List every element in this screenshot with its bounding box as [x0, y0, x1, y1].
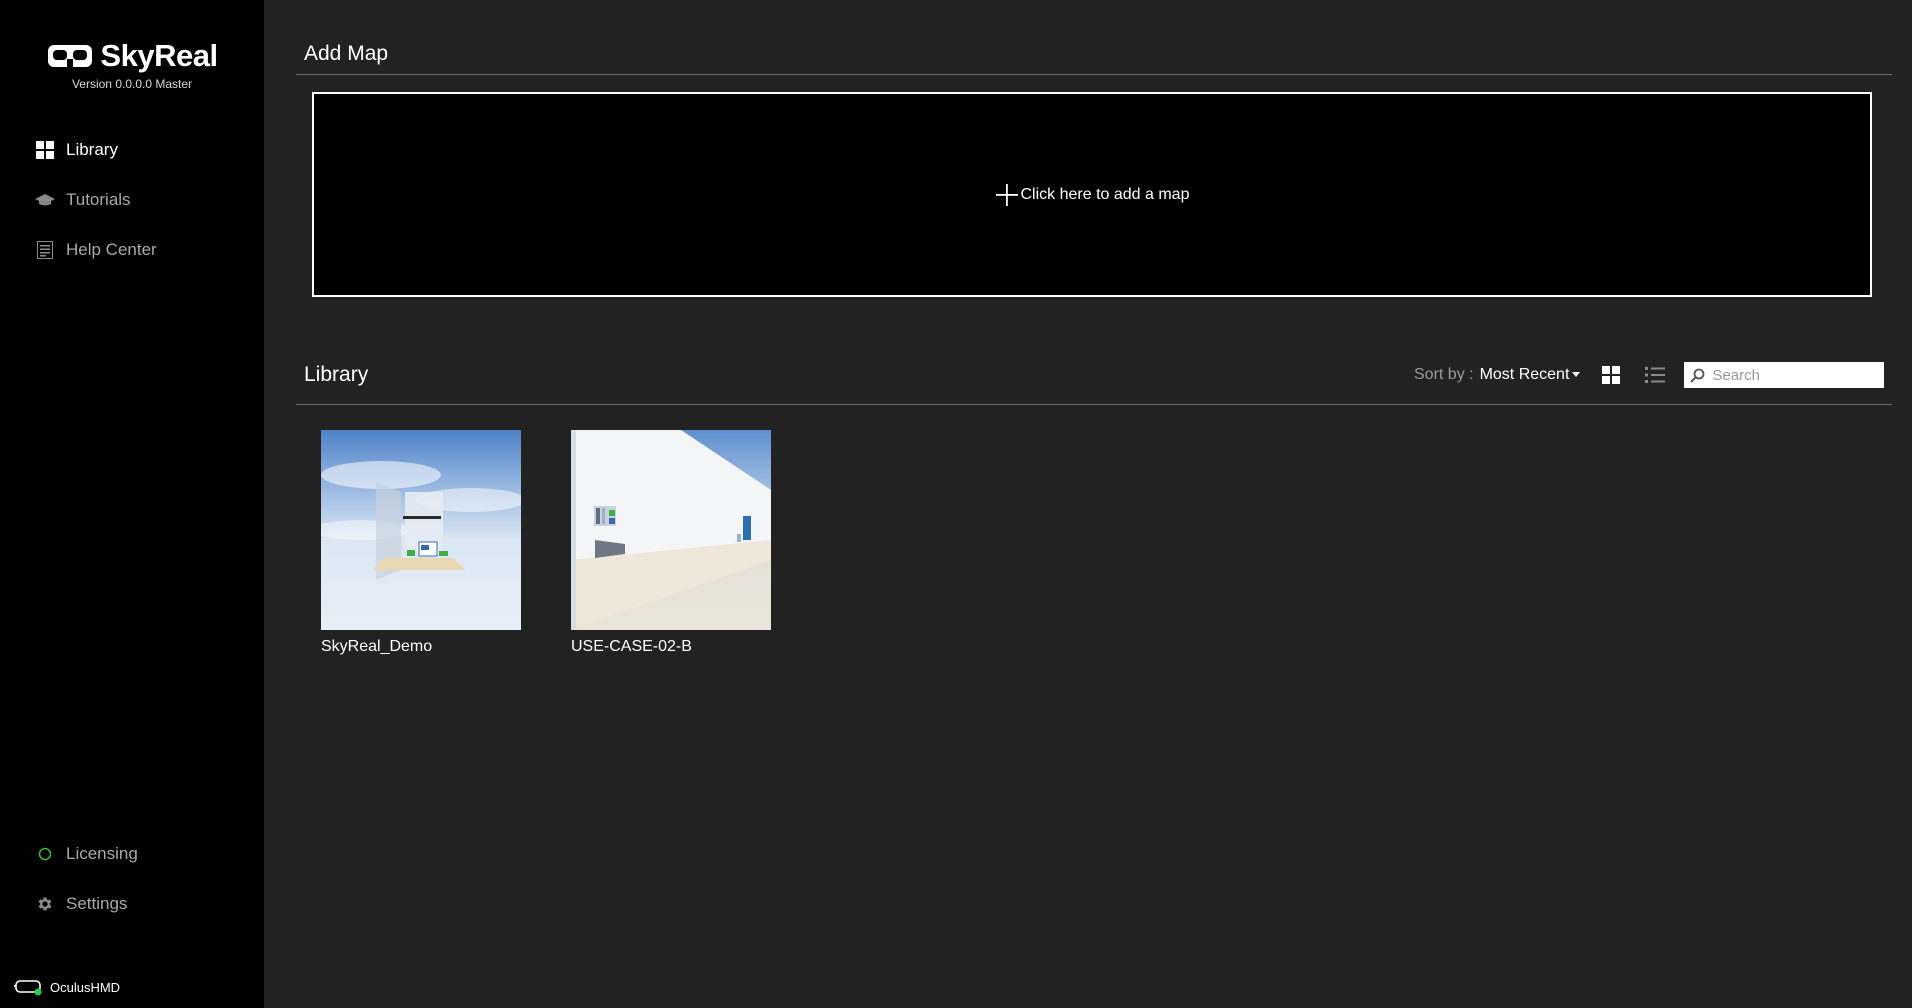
- library-item-name: USE-CASE-02-B: [571, 638, 692, 655]
- divider: [296, 74, 1892, 75]
- map-thumbnail: [571, 430, 771, 630]
- divider: [296, 404, 1892, 405]
- library-item-name: SkyReal_Demo: [321, 638, 433, 655]
- app-name: SkyReal: [100, 38, 218, 73]
- sidebar-item-library[interactable]: Library: [0, 125, 264, 175]
- device-name: OculusHMD: [50, 979, 121, 995]
- sidebar-item-settings[interactable]: Settings: [0, 879, 264, 929]
- add-map-label: Click here to add a map: [1020, 185, 1190, 203]
- library-item[interactable]: USE-CASE-02-B: [571, 430, 771, 656]
- list-view-button[interactable]: [1642, 362, 1668, 388]
- vr-headset-logo-icon: [48, 45, 93, 67]
- app-version: Version 0.0.0.0 Master: [71, 77, 193, 91]
- search-icon: [1690, 368, 1705, 383]
- graduation-cap-icon: [35, 190, 55, 210]
- sort-label: Sort by :: [1414, 366, 1474, 383]
- sidebar-item-tutorials[interactable]: Tutorials: [0, 175, 264, 225]
- app-logo: SkyReal Version 0.0.0.0 Master: [0, 38, 264, 91]
- status-circle-icon: [35, 844, 55, 864]
- caret-down-icon: [1572, 372, 1581, 377]
- sidebar-item-help-center[interactable]: Help Center: [0, 225, 264, 275]
- library-title: Library: [304, 363, 369, 386]
- library-grid: SkyReal_Demo USE-CASE-02-B: [321, 430, 771, 656]
- document-icon: [35, 240, 55, 260]
- sidebar-item-label: Settings: [66, 894, 128, 913]
- sidebar-item-label: Help Center: [66, 240, 157, 259]
- device-status[interactable]: OculusHMD: [14, 978, 120, 996]
- sidebar-item-label: Licensing: [66, 844, 138, 863]
- search-input[interactable]: [1710, 365, 1881, 385]
- grid-icon: [35, 140, 55, 160]
- main-content: Add Map Click here to add a map Library …: [264, 0, 1912, 1008]
- library-item[interactable]: SkyReal_Demo: [321, 430, 521, 656]
- add-map-button[interactable]: Click here to add a map: [312, 92, 1872, 297]
- sidebar-nav: Library Tutorials Help Center: [0, 125, 264, 275]
- gear-icon: [35, 894, 55, 914]
- vr-headset-icon: [14, 980, 42, 996]
- library-toolbar: Sort by : Most Recent: [1414, 362, 1885, 388]
- sort-dropdown[interactable]: Most Recent: [1480, 366, 1581, 384]
- sidebar-item-label: Library: [66, 140, 118, 159]
- grid-view-icon: [1602, 366, 1621, 384]
- grid-view-button[interactable]: [1598, 362, 1624, 388]
- sidebar: SkyReal Version 0.0.0.0 Master Library T…: [0, 0, 264, 1008]
- map-thumbnail: [321, 430, 521, 630]
- list-view-icon: [1645, 367, 1666, 383]
- sidebar-item-label: Tutorials: [66, 190, 131, 209]
- sort-value: Most Recent: [1479, 366, 1570, 383]
- search-box: [1684, 362, 1885, 388]
- sidebar-bottom-nav: Licensing Settings: [0, 829, 264, 929]
- plus-icon: [995, 183, 1018, 206]
- sidebar-item-licensing[interactable]: Licensing: [0, 829, 264, 879]
- add-map-title: Add Map: [304, 42, 389, 65]
